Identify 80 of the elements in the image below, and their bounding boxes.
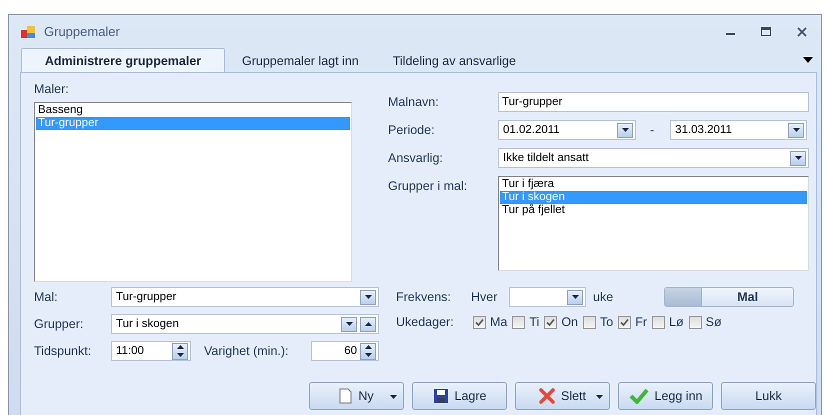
caret-down-icon xyxy=(364,352,372,357)
checkbox[interactable] xyxy=(688,316,702,328)
group-dropdown[interactable]: Tur i skogen xyxy=(111,314,379,334)
dropdown-arrow-button[interactable] xyxy=(617,122,633,138)
checkbox[interactable] xyxy=(652,316,666,328)
delete-icon xyxy=(538,388,555,404)
checkbox-label: Lø xyxy=(669,315,684,329)
dropdown-arrow-button[interactable] xyxy=(567,290,583,304)
checkbox[interactable] xyxy=(544,316,558,328)
checkbox-label: Ti xyxy=(529,315,540,329)
checkbox-label: Fr xyxy=(635,315,648,329)
checkbox[interactable] xyxy=(473,316,486,328)
spin-button[interactable] xyxy=(172,342,188,360)
maximize-icon[interactable] xyxy=(761,27,771,36)
toggle-switch[interactable]: Mal xyxy=(664,287,794,307)
dropdown-arrow-button[interactable] xyxy=(360,290,376,304)
list-item[interactable]: Basseng xyxy=(36,104,350,117)
dropdown-arrow-button[interactable] xyxy=(788,122,804,138)
field-label: Maler: xyxy=(34,82,70,96)
caret-up-icon xyxy=(176,345,184,350)
list-item[interactable]: Tur på fjellet xyxy=(500,204,807,217)
close-button[interactable]: Lukk xyxy=(721,382,816,410)
field-label: Periode: xyxy=(388,123,436,137)
checkbox-label: On xyxy=(561,315,578,329)
field-label: Varighet (min.): xyxy=(204,344,290,358)
tab[interactable]: Administrere gruppemaler xyxy=(21,48,225,72)
caret-down-icon xyxy=(346,322,352,326)
checkmark-icon xyxy=(628,388,649,404)
field-label: Ukedager: xyxy=(396,315,455,329)
new-button[interactable]: Ny xyxy=(309,382,404,410)
field-label: uke xyxy=(593,290,614,304)
date-picker[interactable]: 31.03.2011 xyxy=(670,120,808,140)
spin-button[interactable] xyxy=(360,342,376,360)
field-label: Grupper i mal: xyxy=(388,179,468,193)
delete-button[interactable]: Slett xyxy=(515,382,610,410)
time-field[interactable]: 11:00 xyxy=(111,341,191,361)
field-label: Malnavn: xyxy=(388,95,440,109)
checkbox-label: Sø xyxy=(706,315,722,329)
add-button[interactable]: Legg inn xyxy=(618,382,713,410)
move-up-button[interactable] xyxy=(360,316,376,332)
dropdown-icon[interactable] xyxy=(803,57,813,63)
caret-down-icon xyxy=(572,295,578,299)
caret-icon xyxy=(390,395,397,399)
caret-down-icon xyxy=(794,156,802,160)
list-item[interactable]: Tur i fjæra xyxy=(500,178,807,191)
page-icon xyxy=(339,388,352,404)
field-label: Grupper: xyxy=(34,317,84,331)
checkbox[interactable] xyxy=(512,316,526,328)
field-label: Frekvens: xyxy=(396,290,452,304)
window-title: Gruppemaler xyxy=(44,24,120,39)
duration-field[interactable]: 60 xyxy=(311,341,379,361)
checkbox-label: To xyxy=(600,315,614,329)
caret-down-icon xyxy=(792,128,800,132)
app-icon xyxy=(20,24,36,40)
caret-down-icon xyxy=(622,128,628,132)
checkbox[interactable] xyxy=(618,316,632,328)
save-button[interactable]: Lagre xyxy=(412,382,507,410)
responsible-dropdown[interactable]: Ikke tildelt ansatt xyxy=(498,148,809,168)
caret-down-icon xyxy=(364,295,372,299)
template-list[interactable]: Basseng Tur-grupper xyxy=(34,102,352,282)
checkbox[interactable] xyxy=(583,316,596,328)
dropdown-arrow-button[interactable] xyxy=(790,150,806,166)
dropdown-arrow-button[interactable] xyxy=(341,316,357,332)
caret-icon xyxy=(596,395,603,399)
field-label: Hver xyxy=(471,290,498,304)
tab[interactable]: Gruppemaler lagt inn xyxy=(225,48,376,72)
field-label: Mal: xyxy=(34,290,59,304)
close-icon[interactable] xyxy=(797,26,807,36)
caret-up-icon xyxy=(364,322,372,326)
tab[interactable]: Tildeling av ansvarlige xyxy=(376,48,533,72)
date-separator: - xyxy=(650,123,654,137)
caret-down-icon xyxy=(176,352,184,357)
field-label: Ansvarlig: xyxy=(388,151,444,165)
field-label: Tidspunkt: xyxy=(34,344,92,358)
caret-up-icon xyxy=(364,345,372,350)
group-list[interactable]: Tur i fjæra Tur i skogen Tur på fjellet xyxy=(498,176,809,271)
name-field[interactable]: Tur-grupper xyxy=(498,92,809,112)
date-picker[interactable]: 01.02.2011 xyxy=(498,120,636,140)
checkbox-label: Ma xyxy=(490,315,508,329)
template-dropdown[interactable]: Tur-grupper xyxy=(111,287,379,307)
